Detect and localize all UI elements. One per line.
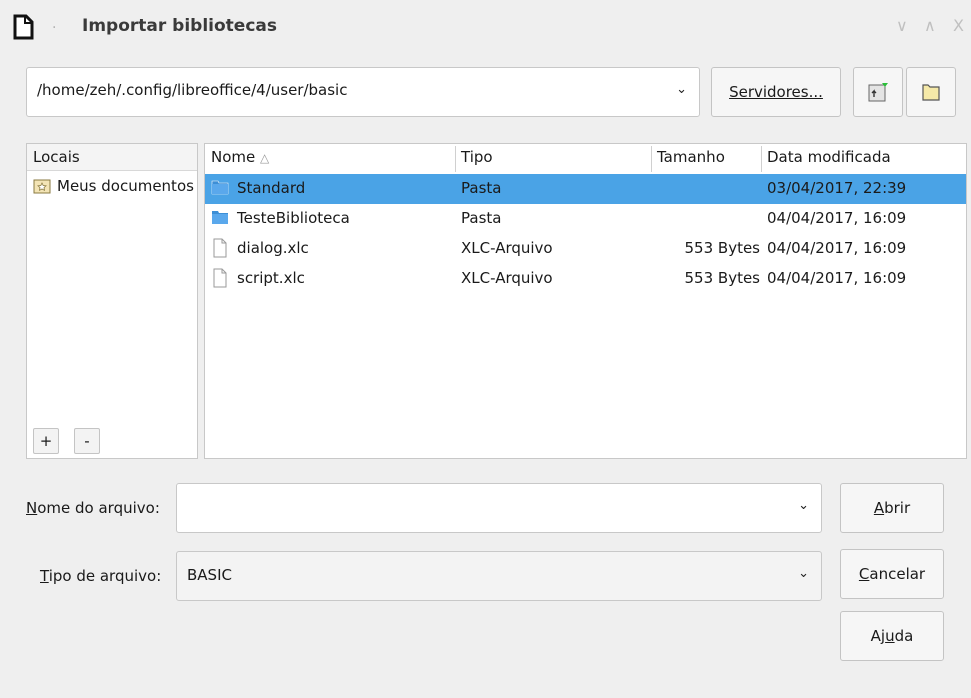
row-date: 03/04/2017, 22:39 [767, 179, 907, 197]
row-size: 553 Bytes [684, 239, 761, 257]
folder-up-icon [868, 83, 888, 102]
help-button-rest: da [894, 627, 914, 645]
up-one-level-button[interactable] [853, 67, 903, 117]
column-header-size[interactable]: Tamanho [657, 148, 725, 166]
sort-ascending-icon: △ [260, 151, 270, 165]
row-date: 04/04/2017, 16:09 [767, 239, 907, 257]
cancel-button-access: C [858, 565, 870, 583]
column-header-date[interactable]: Data modificada [767, 148, 891, 166]
folder-icon [211, 180, 229, 195]
row-type: XLC-Arquivo [461, 269, 553, 287]
filetype-label-rest: ipo de arquivo: [48, 567, 162, 585]
filename-label-rest: ome do arquivo: [37, 499, 160, 517]
open-button-rest: brir [884, 499, 911, 517]
filetype-label-access: T [40, 567, 49, 585]
new-folder-button[interactable] [906, 67, 956, 117]
help-button[interactable]: Aj u da [840, 611, 944, 661]
places-item-my-documents[interactable]: Meus documentos [33, 177, 197, 195]
close-button[interactable]: X [953, 16, 964, 35]
folder-icon [212, 211, 228, 224]
table-row[interactable]: Standard Pasta 03/04/2017, 22:39 [205, 174, 966, 204]
maximize-button[interactable]: ∧ [924, 16, 936, 35]
file-icon [213, 268, 227, 288]
filetype-select[interactable]: BASIC ⌄ [176, 551, 822, 601]
add-place-button[interactable]: + [33, 428, 59, 454]
filename-field[interactable]: ⌄ [176, 483, 822, 533]
column-header-name[interactable]: Nome △ [211, 148, 269, 166]
chevron-down-icon[interactable]: ⌄ [798, 566, 809, 581]
path-combobox[interactable]: /home/zeh/.config/libreoffice/4/user/bas… [26, 67, 700, 117]
window-title: Importar bibliotecas [82, 16, 277, 36]
title-separator: · [52, 20, 57, 36]
table-row[interactable]: dialog.xlc XLC-Arquivo 553 Bytes 04/04/2… [205, 234, 966, 264]
open-button-access: A [873, 499, 885, 517]
filename-label: Nome do arquivo: [26, 499, 160, 517]
path-value: /home/zeh/.config/libreoffice/4/user/bas… [37, 81, 348, 99]
column-divider[interactable] [761, 146, 762, 172]
file-icon [213, 238, 227, 258]
row-name: Standard [237, 179, 306, 197]
row-type: XLC-Arquivo [461, 239, 553, 257]
places-panel: Locais Meus documentos [26, 143, 198, 459]
file-list-header: Nome △ Tipo Tamanho Data modificada [205, 144, 966, 174]
import-libraries-dialog: · Importar bibliotecas ∨ ∧ X /home/zeh/.… [0, 0, 971, 698]
favorite-folder-icon [33, 179, 51, 194]
servers-button[interactable]: Servidores... [711, 67, 841, 117]
row-name: script.xlc [237, 269, 305, 287]
cancel-button[interactable]: Cancelar [840, 549, 944, 599]
filetype-label: Tipo de arquivo: [40, 567, 161, 585]
chevron-down-icon[interactable]: ⌄ [676, 82, 687, 97]
table-row[interactable]: script.xlc XLC-Arquivo 553 Bytes 04/04/2… [205, 264, 966, 294]
column-name-label: Nome [211, 148, 256, 166]
row-type: Pasta [461, 179, 502, 197]
row-date: 04/04/2017, 16:09 [767, 209, 907, 227]
column-header-type[interactable]: Tipo [461, 148, 493, 166]
new-folder-icon [922, 84, 940, 101]
file-list[interactable]: Nome △ Tipo Tamanho Data modificada Stan… [204, 143, 967, 459]
remove-place-button[interactable]: - [74, 428, 100, 454]
document-app-icon [13, 14, 34, 40]
chevron-down-icon[interactable]: ⌄ [798, 498, 809, 513]
row-name: dialog.xlc [237, 239, 309, 257]
row-size: 553 Bytes [684, 269, 761, 287]
row-date: 04/04/2017, 16:09 [767, 269, 907, 287]
table-row[interactable]: TesteBiblioteca Pasta 04/04/2017, 16:09 [205, 204, 966, 234]
row-name: TesteBiblioteca [237, 209, 350, 227]
column-divider[interactable] [455, 146, 456, 172]
help-button-pre: Aj [870, 627, 886, 645]
filename-label-access: N [26, 499, 38, 517]
places-item-label: Meus documentos [57, 177, 194, 195]
cancel-button-rest: ancelar [869, 565, 926, 583]
places-header: Locais [27, 144, 197, 171]
open-button[interactable]: Abrir [840, 483, 944, 533]
help-button-access: u [885, 627, 895, 645]
row-type: Pasta [461, 209, 502, 227]
filetype-value: BASIC [187, 566, 232, 584]
title-bar: · Importar bibliotecas ∨ ∧ X [0, 0, 971, 56]
servers-button-label: Servidores... [729, 83, 823, 101]
minimize-button[interactable]: ∨ [896, 16, 908, 35]
column-divider[interactable] [651, 146, 652, 172]
